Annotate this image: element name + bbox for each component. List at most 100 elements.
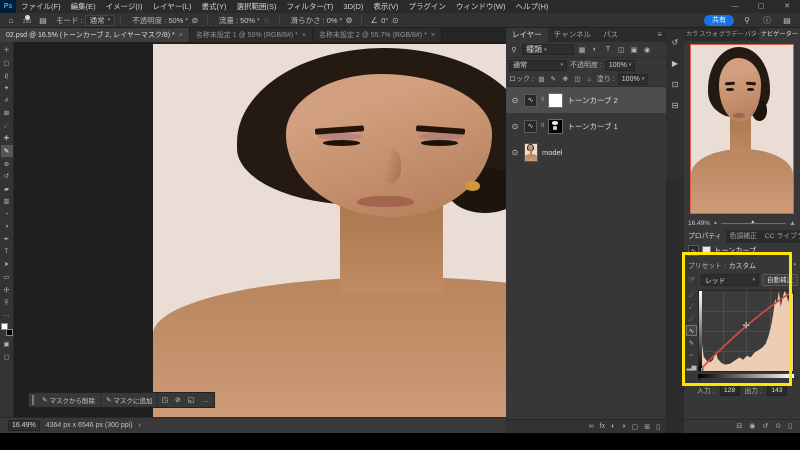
maximize-button[interactable]: ▢ — [748, 0, 774, 13]
dodge-tool[interactable]: ◑ — [1, 220, 13, 233]
export-panel-icon[interactable]: ⊟ — [672, 101, 679, 110]
screen-mode-button[interactable]: ▢ — [1, 351, 13, 364]
share-button[interactable]: 共有 — [704, 15, 734, 26]
airbrush-icon[interactable]: ◌ — [260, 16, 274, 25]
doc-tab-untitled1[interactable]: 名称未設定 1 @ 50% (RGB/8#) * × — [190, 28, 313, 42]
black-point-eyedropper-icon[interactable]: ☄ — [686, 289, 697, 300]
type-tool[interactable]: T — [1, 246, 13, 259]
add-to-mask-button[interactable]: ✎ マスクに追加 — [101, 393, 158, 407]
tab-navigator[interactable]: ナビゲーター — [759, 28, 800, 41]
pressure-size-icon[interactable]: ⊙ — [388, 16, 402, 25]
workspace-icon[interactable]: ▤ — [780, 16, 794, 25]
healing-brush-tool[interactable]: ✚ — [1, 132, 13, 145]
targeted-adjustment-tool-icon[interactable]: ☞ — [686, 275, 698, 284]
smoothing-input[interactable]: 0% ▾ — [327, 16, 342, 25]
home-icon[interactable]: ⌂ — [4, 16, 18, 25]
doc-tab-untitled2[interactable]: 名称未設定 2 @ 55.7% (RGB/8#) * × — [313, 28, 442, 42]
pressure-opacity-icon[interactable]: ⊘ — [188, 16, 202, 25]
more-tools-button[interactable]: … — [1, 308, 13, 321]
hand-tool[interactable]: ✣ — [1, 283, 13, 296]
angle-value[interactable]: 0° — [381, 16, 388, 25]
new-group-icon[interactable]: ▢ — [632, 423, 639, 431]
lock-artboard-icon[interactable]: ◫ — [573, 75, 582, 83]
visibility-eye-icon[interactable]: ⊙ — [510, 148, 520, 157]
slider-thumb[interactable]: ▲ — [750, 219, 755, 225]
layer-mask-thumbnail[interactable] — [548, 119, 563, 134]
layer-effects-icon[interactable]: fx — [600, 423, 605, 430]
move-tool[interactable]: ✛ — [1, 44, 13, 57]
shadows-input-slider[interactable]: ▲ — [697, 376, 702, 382]
visibility-eye-icon[interactable]: ⊙ — [510, 122, 520, 131]
link-layers-icon[interactable]: ∞ — [589, 423, 594, 430]
clip-to-layer-icon[interactable]: ⊟ — [736, 422, 742, 430]
filter-kind-select[interactable]: 種類 ▾ — [522, 44, 574, 55]
doc-tab-02psd[interactable]: 02.psd @ 16.5% (トーンカーブ 2, レイヤーマスク/8) * × — [0, 28, 190, 42]
gray-point-eyedropper-icon[interactable]: ☄ — [686, 301, 697, 312]
help-icon[interactable]: ⓘ — [760, 15, 774, 26]
tab-properties[interactable]: プロパティ — [684, 230, 726, 243]
mask-option-icon[interactable]: ⊘ — [171, 396, 184, 404]
object-selection-tool[interactable]: ✦ — [1, 82, 13, 95]
marquee-tool[interactable]: ▢ — [1, 57, 13, 70]
zoom-out-mountain-icon[interactable]: ▲ — [713, 220, 718, 226]
filter-toggle-icon[interactable]: ◉ — [642, 46, 652, 54]
brush-preset-picker[interactable]: 250 — [18, 15, 36, 25]
menu-window[interactable]: ウィンドウ(W) — [451, 0, 511, 13]
search-icon[interactable]: ⚲ — [740, 16, 754, 25]
clone-stamp-tool[interactable]: ⊕ — [1, 157, 13, 170]
filter-shape-icon[interactable]: ◫ — [616, 46, 626, 54]
foreground-color-swatch[interactable] — [1, 323, 8, 330]
mask-option-icon[interactable]: ◳ — [158, 396, 171, 404]
layer-opacity-input[interactable]: 100% ▾ — [605, 60, 635, 71]
tab-adjustments[interactable]: 色調補正 — [726, 230, 761, 243]
color-swatches[interactable] — [1, 323, 13, 336]
tab-gradients[interactable]: グラデーション — [717, 28, 743, 41]
mask-link-icon[interactable]: 8 — [541, 97, 544, 103]
preset-select[interactable]: カスタム — [729, 260, 756, 270]
tab-layers[interactable]: レイヤー — [506, 28, 548, 42]
zoom-level-input[interactable]: 16.49% — [8, 420, 40, 431]
menu-edit[interactable]: 編集(E) — [66, 0, 101, 13]
brush-tool[interactable]: ✎ — [1, 145, 13, 158]
quick-mask-button[interactable]: ▣ — [1, 338, 13, 351]
menu-select[interactable]: 選択範囲(S) — [231, 0, 281, 13]
auto-correct-button[interactable]: 自動補正 — [762, 274, 798, 286]
canvas[interactable]: ✎ マスクから削除 ✎ マスクに追加 ◳ ⊘ ◱ … — [14, 42, 506, 417]
tab-paths[interactable]: パス — [597, 28, 624, 42]
blur-tool[interactable]: ◔ — [1, 208, 13, 221]
tab-cc-libraries[interactable]: CC ライブラリ — [761, 230, 800, 243]
filter-smart-object-icon[interactable]: ▣ — [629, 46, 639, 54]
tab-swatches[interactable]: スウォッチ — [697, 28, 717, 41]
close-icon[interactable]: × — [302, 32, 306, 39]
comments-panel-icon[interactable]: ⊡ — [672, 80, 679, 89]
eyedropper-tool[interactable]: ☄ — [1, 120, 13, 133]
white-point-eyedropper-icon[interactable]: ☄ — [686, 313, 697, 324]
menu-filter[interactable]: フィルター(T) — [281, 0, 338, 13]
new-layer-icon[interactable]: ⊞ — [644, 423, 650, 431]
pen-tool[interactable]: ✒ — [1, 233, 13, 246]
menu-help[interactable]: ヘルプ(H) — [510, 0, 553, 13]
actions-panel-icon[interactable]: ▶ — [672, 59, 678, 68]
add-mask-icon[interactable]: ◐ — [611, 423, 615, 430]
curves-adjustment-icon[interactable]: ∿ — [524, 120, 537, 133]
highlights-input-slider[interactable]: ▲ — [788, 376, 793, 382]
lock-pixels-icon[interactable]: ✎ — [549, 75, 558, 83]
panel-menu-icon[interactable]: ≡ — [653, 28, 666, 42]
layer-row-curves-1[interactable]: ⊙ ∿ 8 トーンカーブ 1 — [506, 113, 666, 139]
layer-blend-mode-select[interactable]: 通常 ▾ — [509, 60, 567, 71]
lock-position-icon[interactable]: ✥ — [561, 75, 570, 83]
curve-input-field[interactable]: 128 — [720, 385, 740, 396]
history-panel-icon[interactable]: ↺ — [672, 38, 679, 47]
shadow-curve-point[interactable] — [701, 368, 704, 371]
close-icon[interactable]: × — [179, 32, 183, 39]
more-options-button[interactable]: … — [197, 397, 214, 404]
mask-option-icon[interactable]: ◱ — [184, 396, 197, 404]
layer-name[interactable]: トーンカーブ 1 — [567, 121, 617, 132]
reset-icon[interactable]: ↺ — [762, 422, 768, 430]
filter-image-icon[interactable]: ▦ — [577, 46, 587, 54]
gradient-tool[interactable]: ▥ — [1, 195, 13, 208]
previous-state-icon[interactable]: ◉ — [749, 422, 755, 430]
flow-input[interactable]: 50% ▾ — [240, 16, 260, 25]
tab-channels[interactable]: チャンネル — [548, 28, 597, 42]
layer-row-model[interactable]: ⊙ model — [506, 139, 666, 165]
